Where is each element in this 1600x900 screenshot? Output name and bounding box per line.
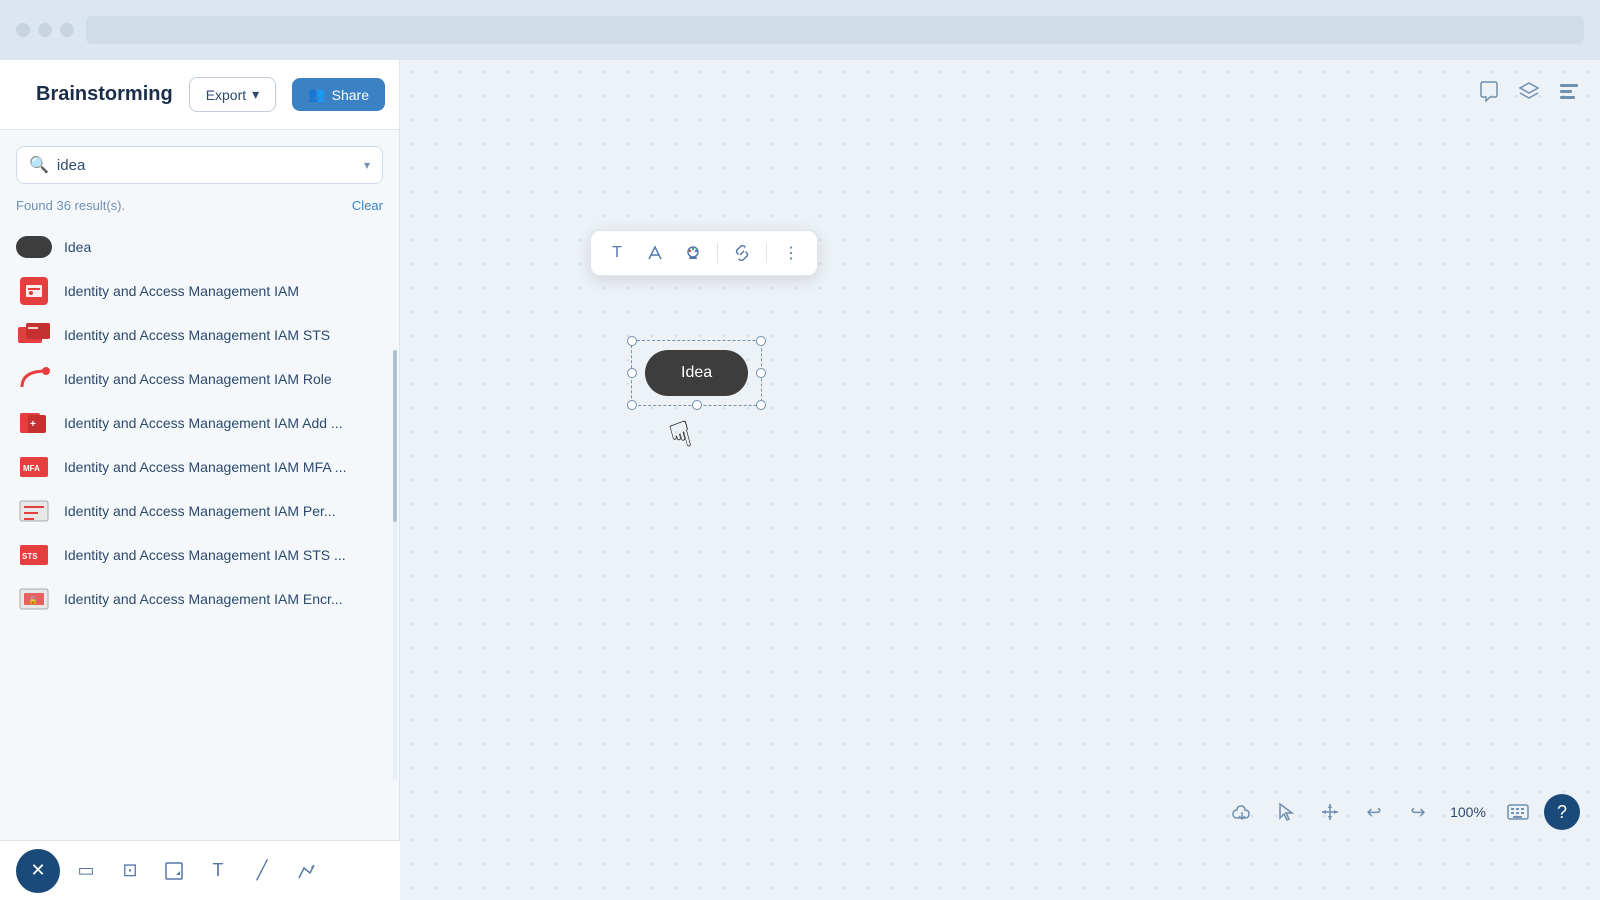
traffic-light-red[interactable] xyxy=(16,23,30,37)
right-toolbar: ↩ ↪ 100% ? xyxy=(1224,794,1580,830)
export-label: Export xyxy=(206,87,246,103)
help-button[interactable]: ? xyxy=(1544,794,1580,830)
properties-icon[interactable] xyxy=(1558,81,1580,109)
resize-handle-bl[interactable] xyxy=(627,400,637,410)
idea-node[interactable]: Idea xyxy=(645,350,748,396)
export-button[interactable]: Export ▾ xyxy=(189,77,277,112)
keyboard-icon[interactable] xyxy=(1500,794,1536,830)
toolbar-divider xyxy=(717,243,718,263)
resize-handle-tl[interactable] xyxy=(627,336,637,346)
list-item[interactable]: STS Identity and Access Management IAM S… xyxy=(0,533,399,577)
search-filter-icon: ▾ xyxy=(364,158,370,172)
search-icon: 🔍 xyxy=(29,155,49,175)
select-icon[interactable] xyxy=(1268,794,1304,830)
list-item[interactable]: Idea xyxy=(0,225,399,269)
iam-role-icon xyxy=(16,367,52,391)
address-bar[interactable] xyxy=(86,16,1584,44)
help-label: ? xyxy=(1557,802,1567,823)
diagram-title: Brainstorming xyxy=(36,83,173,106)
layers-icon[interactable] xyxy=(1518,81,1540,109)
ft-color-tool[interactable] xyxy=(677,237,709,269)
list-item-label: Identity and Access Management IAM STS .… xyxy=(64,546,346,564)
resize-handle-mr[interactable] xyxy=(756,368,766,378)
resize-handle-bm[interactable] xyxy=(692,400,702,410)
cloud-save-icon[interactable] xyxy=(1224,794,1260,830)
list-item-label: Identity and Access Management IAM Per..… xyxy=(64,502,336,520)
note-tool[interactable] xyxy=(156,853,192,889)
list-item[interactable]: Identity and Access Management IAM xyxy=(0,269,399,313)
list-scrollbar[interactable] xyxy=(393,350,397,780)
svg-text:MFA: MFA xyxy=(23,464,40,473)
ft-more-tool[interactable]: ⋮ xyxy=(775,237,807,269)
list-item[interactable]: + Identity and Access Management IAM Add… xyxy=(0,401,399,445)
iam-sts2-icon: STS xyxy=(16,543,52,567)
idea-pill[interactable]: Idea xyxy=(645,350,748,396)
traffic-lights xyxy=(16,23,74,37)
resize-handle-br[interactable] xyxy=(756,400,766,410)
iam-sts-icon xyxy=(16,323,52,347)
left-panel: Brainstorming Export ▾ 👥 Share 👤 🔍 ▾ Fou… xyxy=(0,60,400,900)
iam-mfa-icon: MFA xyxy=(16,455,52,479)
floating-toolbar: T xyxy=(590,230,818,276)
ft-link-tool[interactable] xyxy=(726,237,758,269)
ft-style-tool[interactable] xyxy=(639,237,671,269)
chevron-down-icon: ▾ xyxy=(252,86,259,103)
redo-icon[interactable]: ↪ xyxy=(1400,794,1436,830)
iam-per-icon xyxy=(16,499,52,523)
share-button[interactable]: 👥 Share xyxy=(292,78,385,111)
traffic-light-green[interactable] xyxy=(60,23,74,37)
svg-text:🔒: 🔒 xyxy=(28,596,38,605)
comment-icon[interactable] xyxy=(1478,81,1500,109)
iam-encr-icon: 🔒 xyxy=(16,587,52,611)
list-item-label: Identity and Access Management IAM Role xyxy=(64,370,332,388)
share-label: Share xyxy=(332,87,369,103)
resize-handle-tr[interactable] xyxy=(756,336,766,346)
main-area: Brainstorming Export ▾ 👥 Share 👤 🔍 ▾ Fou… xyxy=(0,60,1600,900)
list-item-label: Identity and Access Management IAM STS xyxy=(64,326,330,344)
bottom-toolbar: ✕ ▭ ⊡ T ╱ xyxy=(0,840,400,900)
clear-button[interactable]: Clear xyxy=(352,198,383,213)
header-bar: Brainstorming Export ▾ 👥 Share 👤 xyxy=(0,60,399,130)
header-right-icons xyxy=(1478,60,1580,130)
results-count: Found 36 result(s). xyxy=(16,198,125,213)
text-tool[interactable]: T xyxy=(200,853,236,889)
idea-shape-label: Idea xyxy=(64,238,91,256)
cursor-hand: ☟ xyxy=(665,413,697,459)
close-button[interactable]: ✕ xyxy=(16,849,60,893)
toolbar-divider xyxy=(766,243,767,263)
rectangle-tool[interactable]: ▭ xyxy=(68,853,104,889)
canvas-area[interactable]: T xyxy=(400,60,1600,900)
idea-shape-icon xyxy=(16,235,52,259)
list-item[interactable]: 🔒 Identity and Access Management IAM Enc… xyxy=(0,577,399,621)
line-tool[interactable]: ╱ xyxy=(244,853,280,889)
list-item-label: Identity and Access Management IAM xyxy=(64,282,299,300)
search-area: 🔍 ▾ xyxy=(0,130,399,192)
undo-icon[interactable]: ↩ xyxy=(1356,794,1392,830)
iam-add-icon: + xyxy=(16,411,52,435)
list-item[interactable]: MFA Identity and Access Management IAM M… xyxy=(0,445,399,489)
traffic-light-yellow[interactable] xyxy=(38,23,52,37)
list-item[interactable]: Identity and Access Management IAM STS xyxy=(0,313,399,357)
svg-text:STS: STS xyxy=(22,552,38,561)
search-box: 🔍 ▾ xyxy=(16,146,383,184)
iam-icon xyxy=(16,279,52,303)
results-info: Found 36 result(s). Clear xyxy=(0,192,399,221)
list-item-label: Identity and Access Management IAM Add .… xyxy=(64,414,343,432)
shape-list: Idea Identity and Access Management IAM xyxy=(0,221,399,844)
list-item[interactable]: Identity and Access Management IAM Role xyxy=(0,357,399,401)
move-icon[interactable] xyxy=(1312,794,1348,830)
title-bar xyxy=(0,0,1600,60)
ft-text-tool[interactable]: T xyxy=(601,237,633,269)
zoom-level: 100% xyxy=(1444,804,1492,820)
list-item-label: Identity and Access Management IAM MFA .… xyxy=(64,458,346,476)
draw-tool[interactable] xyxy=(288,853,324,889)
svg-text:+: + xyxy=(30,419,36,430)
resize-handle-ml[interactable] xyxy=(627,368,637,378)
container-tool[interactable]: ⊡ xyxy=(112,853,148,889)
list-item-label: Identity and Access Management IAM Encr.… xyxy=(64,590,343,608)
search-input[interactable] xyxy=(57,157,356,174)
share-icon: 👥 xyxy=(308,86,325,103)
list-item[interactable]: Identity and Access Management IAM Per..… xyxy=(0,489,399,533)
